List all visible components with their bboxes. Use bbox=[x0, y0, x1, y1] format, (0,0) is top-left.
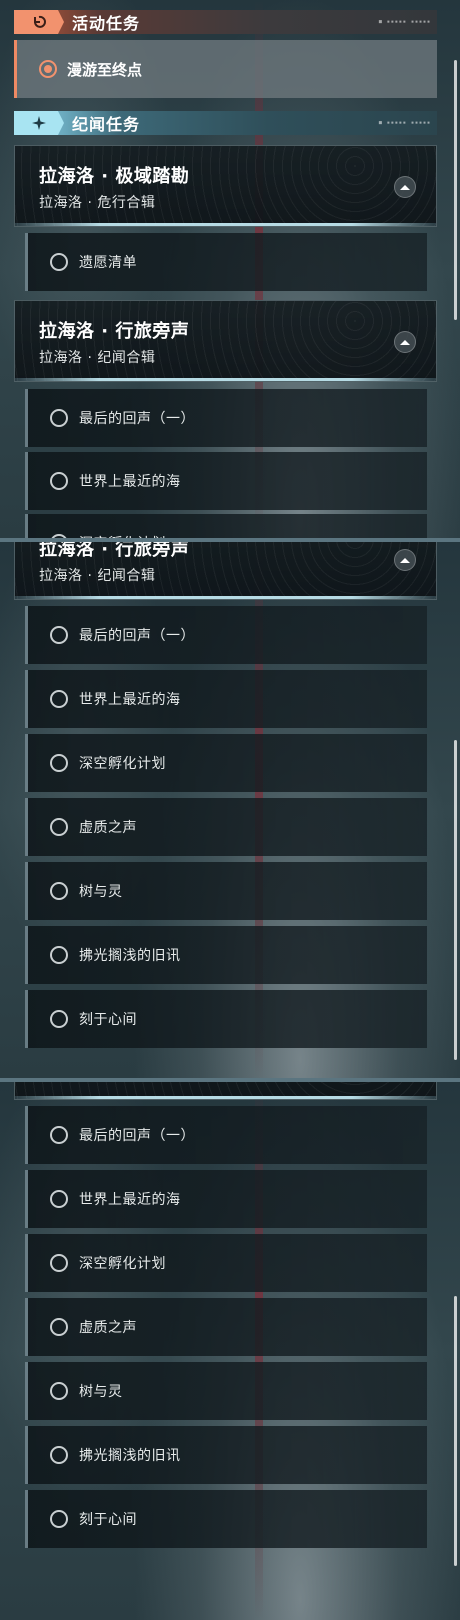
active-quest-item[interactable]: 漫游至终点 bbox=[14, 40, 437, 98]
unselected-radio-icon bbox=[50, 1510, 68, 1528]
unselected-radio-icon bbox=[50, 409, 68, 427]
panel-divider bbox=[0, 538, 460, 542]
scrollbar[interactable] bbox=[454, 1296, 457, 1566]
activity-category-header[interactable]: 活动任务 ■ ▪▪▪▪▪ ▪▪▪▪▪ bbox=[14, 10, 437, 34]
scrollbar[interactable] bbox=[454, 740, 457, 1060]
unselected-radio-icon bbox=[50, 1010, 68, 1028]
quest-label: 世界上最近的海 bbox=[79, 692, 181, 708]
quest-label: 世界上最近的海 bbox=[79, 474, 181, 490]
quest-label: 树与灵 bbox=[79, 884, 123, 900]
quest-panel-top: 活动任务 ■ ▪▪▪▪▪ ▪▪▪▪▪ 漫游至终点 纪闻任务 ■ ▪▪▪▪▪ ▪▪… bbox=[0, 0, 460, 540]
quest-item[interactable]: 最后的回声（一） bbox=[25, 606, 427, 664]
quest-item[interactable]: 深空孵化计划 bbox=[25, 1234, 427, 1292]
active-quest-label: 漫游至终点 bbox=[67, 60, 143, 79]
quest-label: 拂光搁浅的旧讯 bbox=[79, 1448, 181, 1464]
unselected-radio-icon bbox=[50, 1382, 68, 1400]
chain-subtitle: 拉海洛 · 纪闻合辑 bbox=[39, 568, 156, 584]
quest-panel-middle: 拉海洛 · 行旅旁声 拉海洛 · 纪闻合辑 最后的回声（一） 世界上最近的海 深… bbox=[0, 540, 460, 1080]
chain-subtitle: 拉海洛 · 纪闻合辑 bbox=[39, 350, 156, 366]
quest-item[interactable]: 刻于心间 bbox=[25, 990, 427, 1048]
panel-divider bbox=[0, 1078, 460, 1082]
story-category-title: 纪闻任务 bbox=[72, 115, 141, 134]
quest-chain-header[interactable]: 拉海洛 · 极域踏勘 拉海洛 · 危行合辑 bbox=[14, 145, 437, 227]
quest-item[interactable]: 深空孵化计划 bbox=[25, 734, 427, 792]
quest-label: 虚质之声 bbox=[79, 820, 137, 836]
unselected-radio-icon bbox=[50, 754, 68, 772]
quest-item[interactable]: 树与灵 bbox=[25, 1362, 427, 1420]
story-category-header[interactable]: 纪闻任务 ■ ▪▪▪▪▪ ▪▪▪▪▪ bbox=[14, 111, 437, 135]
quest-label: 最后的回声（一） bbox=[79, 411, 195, 427]
unselected-radio-icon bbox=[50, 472, 68, 490]
activity-category-title: 活动任务 bbox=[72, 14, 141, 33]
chain-title: 拉海洛 · 行旅旁声 bbox=[39, 321, 190, 342]
unselected-radio-icon bbox=[50, 1446, 68, 1464]
header-decoration: ■ ▪▪▪▪▪ ▪▪▪▪▪ bbox=[378, 120, 431, 126]
chain-subtitle: 拉海洛 · 危行合辑 bbox=[39, 195, 156, 211]
quest-item[interactable]: 拂光搁浅的旧讯 bbox=[25, 926, 427, 984]
quest-item[interactable]: 拂光搁浅的旧讯 bbox=[25, 1426, 427, 1484]
quest-chain-header[interactable]: 拉海洛 · 行旅旁声 拉海洛 · 纪闻合辑 bbox=[14, 1080, 437, 1100]
quest-item[interactable]: 刻于心间 bbox=[25, 1490, 427, 1548]
quest-item[interactable]: 虚质之声 bbox=[25, 1298, 427, 1356]
quest-item[interactable]: 树与灵 bbox=[25, 862, 427, 920]
quest-item[interactable]: 最后的回声（一） bbox=[25, 1106, 427, 1164]
return-arrow-icon bbox=[14, 10, 64, 34]
scrollbar[interactable] bbox=[454, 60, 457, 320]
unselected-radio-icon bbox=[50, 1254, 68, 1272]
quest-item[interactable]: 遗愿清单 bbox=[25, 233, 427, 291]
header-decoration: ■ ▪▪▪▪▪ ▪▪▪▪▪ bbox=[378, 19, 431, 25]
sparkle-icon bbox=[14, 111, 64, 135]
selected-radio-icon bbox=[39, 60, 57, 78]
quest-item[interactable]: 虚质之声 bbox=[25, 798, 427, 856]
chain-title: 拉海洛 · 极域踏勘 bbox=[39, 166, 190, 187]
quest-item[interactable]: 世界上最近的海 bbox=[25, 452, 427, 510]
unselected-radio-icon bbox=[50, 1126, 68, 1144]
quest-item[interactable]: 世界上最近的海 bbox=[25, 670, 427, 728]
quest-label: 遗愿清单 bbox=[79, 255, 137, 271]
quest-label: 深空孵化计划 bbox=[79, 756, 166, 772]
quest-label: 树与灵 bbox=[79, 1384, 123, 1400]
unselected-radio-icon bbox=[50, 626, 68, 644]
quest-label: 拂光搁浅的旧讯 bbox=[79, 948, 181, 964]
quest-item[interactable]: 深空孵化计划 bbox=[25, 514, 427, 540]
quest-item[interactable]: 世界上最近的海 bbox=[25, 1170, 427, 1228]
collapse-chevron-icon[interactable] bbox=[394, 549, 416, 571]
quest-label: 世界上最近的海 bbox=[79, 1192, 181, 1208]
unselected-radio-icon bbox=[50, 818, 68, 836]
unselected-radio-icon bbox=[50, 690, 68, 708]
unselected-radio-icon bbox=[50, 1318, 68, 1336]
collapse-chevron-icon[interactable] bbox=[394, 176, 416, 198]
unselected-radio-icon bbox=[50, 946, 68, 964]
quest-item[interactable]: 最后的回声（一） bbox=[25, 389, 427, 447]
quest-panel-bottom: 拉海洛 · 行旅旁声 拉海洛 · 纪闻合辑 最后的回声（一） 世界上最近的海 深… bbox=[0, 1080, 460, 1620]
quest-label: 最后的回声（一） bbox=[79, 628, 195, 644]
chain-title: 拉海洛 · 行旅旁声 bbox=[39, 540, 190, 560]
unselected-radio-icon bbox=[50, 253, 68, 271]
quest-label: 深空孵化计划 bbox=[79, 1256, 166, 1272]
quest-chain-header[interactable]: 拉海洛 · 行旅旁声 拉海洛 · 纪闻合辑 bbox=[14, 300, 437, 382]
unselected-radio-icon bbox=[50, 1190, 68, 1208]
quest-label: 最后的回声（一） bbox=[79, 1128, 195, 1144]
collapse-chevron-icon[interactable] bbox=[394, 331, 416, 353]
quest-label: 刻于心间 bbox=[79, 1512, 137, 1528]
unselected-radio-icon bbox=[50, 882, 68, 900]
quest-chain-header[interactable]: 拉海洛 · 行旅旁声 拉海洛 · 纪闻合辑 bbox=[14, 540, 437, 600]
quest-label: 刻于心间 bbox=[79, 1012, 137, 1028]
quest-label: 虚质之声 bbox=[79, 1320, 137, 1336]
